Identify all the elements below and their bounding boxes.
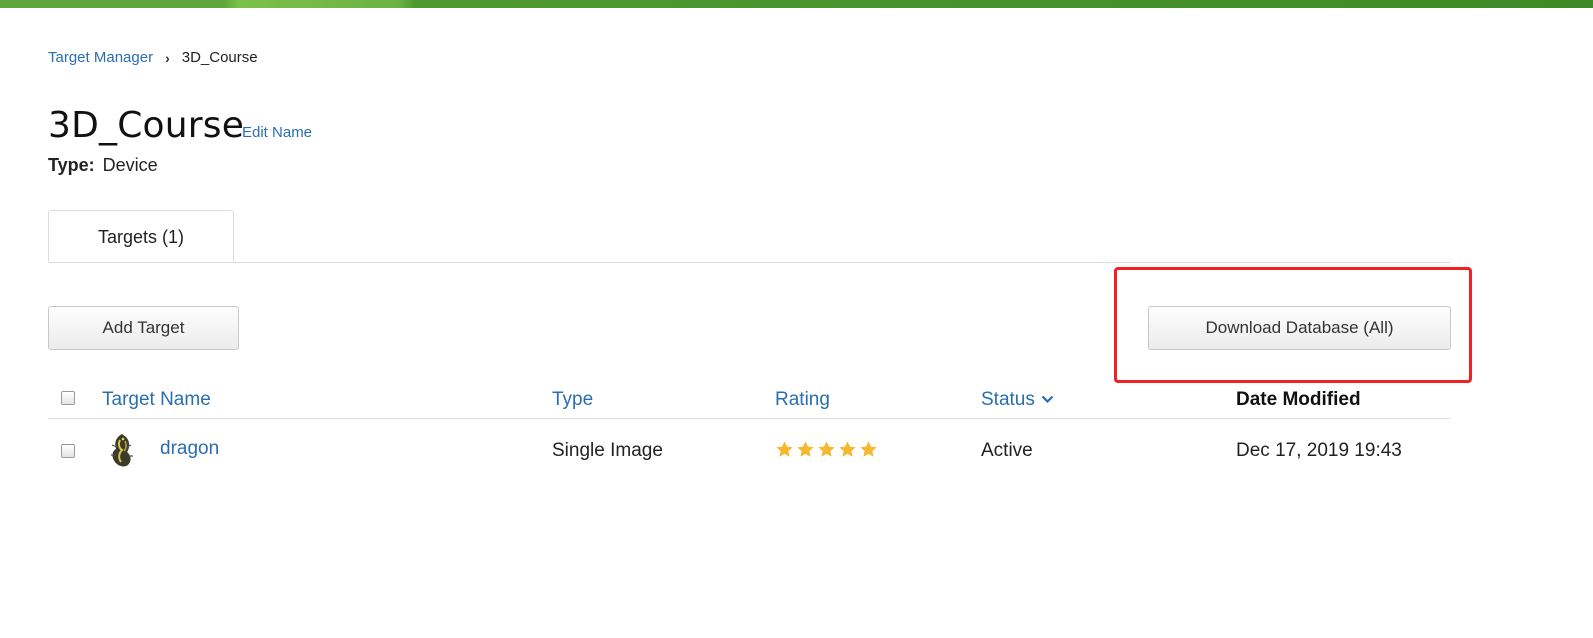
add-target-button[interactable]: Add Target xyxy=(48,306,239,350)
column-header-status[interactable]: Status xyxy=(981,388,1054,412)
database-type: Type: Device xyxy=(48,153,158,177)
column-header-target-name[interactable]: Target Name xyxy=(102,388,211,412)
target-status: Active xyxy=(981,440,1033,461)
column-header-date-modified: Date Modified xyxy=(1236,389,1361,410)
type-value: Device xyxy=(102,155,158,175)
dragon-thumbnail-image[interactable] xyxy=(106,431,138,471)
breadcrumb-separator-icon: › xyxy=(165,50,170,66)
target-date-modified: Dec 17, 2019 19:43 xyxy=(1236,440,1402,461)
row-checkbox[interactable] xyxy=(61,444,75,458)
star-icon xyxy=(776,441,793,457)
table-header-divider xyxy=(48,418,1450,419)
edit-name-link[interactable]: Edit Name xyxy=(242,123,312,143)
top-accent-bar xyxy=(0,0,1593,8)
type-label: Type: xyxy=(48,155,95,175)
breadcrumb: Target Manager › 3D_Course xyxy=(48,48,258,68)
select-all-checkbox[interactable] xyxy=(61,391,75,405)
tabs-divider xyxy=(48,262,1450,263)
chevron-down-icon xyxy=(1041,396,1054,404)
star-icon xyxy=(818,441,835,457)
breadcrumb-current: 3D_Course xyxy=(181,49,258,66)
star-icon xyxy=(797,441,814,457)
target-type: Single Image xyxy=(552,440,663,461)
breadcrumb-target-manager-link[interactable]: Target Manager xyxy=(48,48,153,68)
tab-targets[interactable]: Targets (1) xyxy=(48,210,234,262)
rating-stars xyxy=(775,440,878,459)
column-header-type[interactable]: Type xyxy=(552,388,593,412)
page-title: 3D_Course xyxy=(48,105,245,146)
annotation-highlight-box xyxy=(1114,267,1472,383)
column-header-rating[interactable]: Rating xyxy=(775,388,830,412)
star-icon xyxy=(860,441,877,457)
star-icon xyxy=(839,441,856,457)
column-header-status-label: Status xyxy=(981,389,1035,410)
target-name-link[interactable]: dragon xyxy=(160,437,219,461)
